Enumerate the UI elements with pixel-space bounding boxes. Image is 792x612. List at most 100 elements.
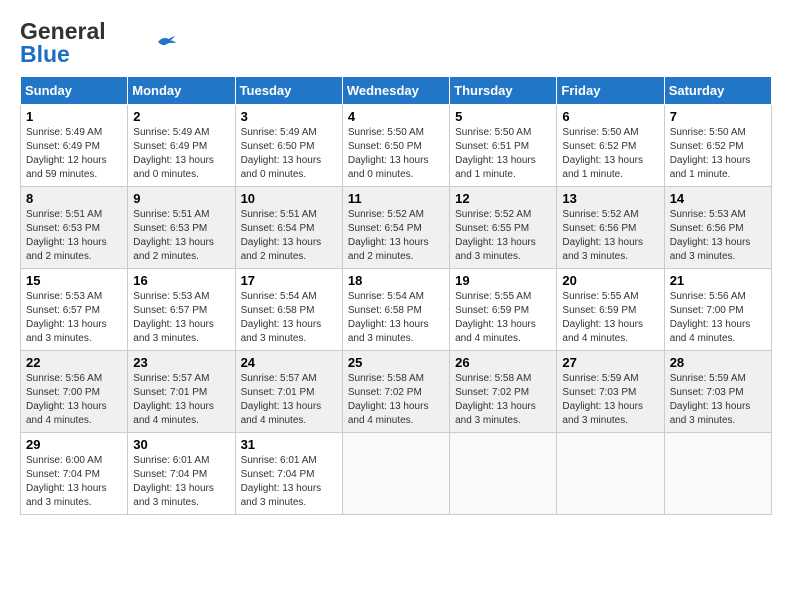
day-info: Sunrise: 5:51 AMSunset: 6:54 PMDaylight:… — [241, 208, 337, 264]
day-number: 8 — [26, 191, 122, 206]
calendar-day-cell: 23Sunrise: 5:57 AMSunset: 7:01 PMDayligh… — [128, 351, 235, 433]
day-info: Sunrise: 5:50 AMSunset: 6:52 PMDaylight:… — [562, 126, 658, 182]
calendar-day-cell: 20Sunrise: 5:55 AMSunset: 6:59 PMDayligh… — [557, 269, 664, 351]
calendar-day-cell: 15 Sunrise: 5:53 AMSunset: 6:57 PMDayligh… — [21, 269, 128, 351]
day-number: 30 — [133, 437, 229, 452]
calendar-day-cell: 10Sunrise: 5:51 AMSunset: 6:54 PMDayligh… — [235, 187, 342, 269]
page-header: GeneralBlue — [20, 20, 772, 66]
day-info: Sunrise: 5:49 AMSunset: 6:49 PMDaylight:… — [133, 126, 229, 182]
day-info: Sunrise: 5:56 AMSunset: 7:00 PMDaylight:… — [670, 290, 766, 346]
day-info: Sunrise: 5:54 AMSunset: 6:58 PMDaylight:… — [241, 290, 337, 346]
day-number: 28 — [670, 355, 766, 370]
day-number: 1 — [26, 109, 122, 124]
logo-text: GeneralBlue — [20, 20, 106, 66]
calendar-day-cell — [664, 433, 771, 515]
day-info: Sunrise: 5:59 AMSunset: 7:03 PMDaylight:… — [562, 372, 658, 428]
header-monday: Monday — [128, 77, 235, 105]
calendar-day-cell: 17Sunrise: 5:54 AMSunset: 6:58 PMDayligh… — [235, 269, 342, 351]
day-number: 24 — [241, 355, 337, 370]
day-info: Sunrise: 5:54 AMSunset: 6:58 PMDaylight:… — [348, 290, 444, 346]
calendar-day-cell — [557, 433, 664, 515]
day-number: 21 — [670, 273, 766, 288]
day-number: 3 — [241, 109, 337, 124]
calendar-day-cell: 24 Sunrise: 5:57 AMSunset: 7:01 PMDayligh… — [235, 351, 342, 433]
logo-bird-icon — [158, 35, 176, 49]
day-info: Sunrise: 5:58 AMSunset: 7:02 PMDaylight:… — [455, 372, 551, 428]
calendar-table: Sunday Monday Tuesday Wednesday Thursday… — [20, 76, 772, 515]
calendar-day-cell: 9Sunrise: 5:51 AMSunset: 6:53 PMDaylight… — [128, 187, 235, 269]
day-info: Sunrise: 5:49 AMSunset: 6:50 PMDaylight:… — [241, 126, 337, 182]
day-number: 26 — [455, 355, 551, 370]
header-tuesday: Tuesday — [235, 77, 342, 105]
header-wednesday: Wednesday — [342, 77, 449, 105]
day-info: Sunrise: 5:50 AMSunset: 6:50 PMDaylight:… — [348, 126, 444, 182]
calendar-day-cell: 26 Sunrise: 5:58 AMSunset: 7:02 PMDayligh… — [450, 351, 557, 433]
calendar-day-cell: 1 Sunrise: 5:49 AMSunset: 6:49 PMDaylight… — [21, 105, 128, 187]
day-number: 25 — [348, 355, 444, 370]
calendar-day-cell: 12 Sunrise: 5:52 AMSunset: 6:55 PMDayligh… — [450, 187, 557, 269]
calendar-day-cell: 29Sunrise: 6:00 AMSunset: 7:04 PMDayligh… — [21, 433, 128, 515]
day-info: Sunrise: 5:52 AMSunset: 6:54 PMDaylight:… — [348, 208, 444, 264]
day-number: 5 — [455, 109, 551, 124]
header-sunday: Sunday — [21, 77, 128, 105]
day-number: 6 — [562, 109, 658, 124]
day-number: 15 — [26, 273, 122, 288]
calendar-day-cell: 8 Sunrise: 5:51 AMSunset: 6:53 PMDaylight… — [21, 187, 128, 269]
day-info: Sunrise: 5:51 AMSunset: 6:53 PMDaylight:… — [26, 208, 122, 264]
calendar-day-cell: 19Sunrise: 5:55 AMSunset: 6:59 PMDayligh… — [450, 269, 557, 351]
day-number: 9 — [133, 191, 229, 206]
day-number: 18 — [348, 273, 444, 288]
day-info: Sunrise: 5:59 AMSunset: 7:03 PMDaylight:… — [670, 372, 766, 428]
day-number: 22 — [26, 355, 122, 370]
weekday-header-row: Sunday Monday Tuesday Wednesday Thursday… — [21, 77, 772, 105]
day-info: Sunrise: 5:53 AMSunset: 6:57 PMDaylight:… — [26, 290, 122, 346]
day-info: Sunrise: 5:55 AMSunset: 6:59 PMDaylight:… — [455, 290, 551, 346]
day-info: Sunrise: 6:01 AMSunset: 7:04 PMDaylight:… — [241, 454, 337, 510]
calendar-day-cell: 14Sunrise: 5:53 AMSunset: 6:56 PMDayligh… — [664, 187, 771, 269]
calendar-day-cell: 28 Sunrise: 5:59 AMSunset: 7:03 PMDayligh… — [664, 351, 771, 433]
calendar-week-row: 15 Sunrise: 5:53 AMSunset: 6:57 PMDayligh… — [21, 269, 772, 351]
day-number: 12 — [455, 191, 551, 206]
calendar-day-cell: 31 Sunrise: 6:01 AMSunset: 7:04 PMDayligh… — [235, 433, 342, 515]
day-number: 11 — [348, 191, 444, 206]
day-info: Sunrise: 5:57 AMSunset: 7:01 PMDaylight:… — [241, 372, 337, 428]
header-friday: Friday — [557, 77, 664, 105]
day-info: Sunrise: 5:52 AMSunset: 6:55 PMDaylight:… — [455, 208, 551, 264]
day-number: 2 — [133, 109, 229, 124]
calendar-week-row: 1 Sunrise: 5:49 AMSunset: 6:49 PMDaylight… — [21, 105, 772, 187]
calendar-day-cell: 16Sunrise: 5:53 AMSunset: 6:57 PMDayligh… — [128, 269, 235, 351]
calendar-day-cell — [342, 433, 449, 515]
calendar-day-cell: 7 Sunrise: 5:50 AMSunset: 6:52 PMDaylight… — [664, 105, 771, 187]
calendar-day-cell: 27Sunrise: 5:59 AMSunset: 7:03 PMDayligh… — [557, 351, 664, 433]
day-number: 23 — [133, 355, 229, 370]
header-thursday: Thursday — [450, 77, 557, 105]
day-info: Sunrise: 5:55 AMSunset: 6:59 PMDaylight:… — [562, 290, 658, 346]
calendar-day-cell — [450, 433, 557, 515]
day-number: 4 — [348, 109, 444, 124]
calendar-day-cell: 11 Sunrise: 5:52 AMSunset: 6:54 PMDayligh… — [342, 187, 449, 269]
calendar-day-cell: 4 Sunrise: 5:50 AMSunset: 6:50 PMDaylight… — [342, 105, 449, 187]
calendar-week-row: 22 Sunrise: 5:56 AMSunset: 7:00 PMDayligh… — [21, 351, 772, 433]
day-number: 7 — [670, 109, 766, 124]
calendar-day-cell: 21 Sunrise: 5:56 AMSunset: 7:00 PMDayligh… — [664, 269, 771, 351]
day-info: Sunrise: 6:01 AMSunset: 7:04 PMDaylight:… — [133, 454, 229, 510]
day-number: 31 — [241, 437, 337, 452]
calendar-day-cell: 18 Sunrise: 5:54 AMSunset: 6:58 PMDayligh… — [342, 269, 449, 351]
calendar-day-cell: 5 Sunrise: 5:50 AMSunset: 6:51 PMDaylight… — [450, 105, 557, 187]
logo: GeneralBlue — [20, 20, 176, 66]
day-info: Sunrise: 5:56 AMSunset: 7:00 PMDaylight:… — [26, 372, 122, 428]
calendar-day-cell: 22 Sunrise: 5:56 AMSunset: 7:00 PMDayligh… — [21, 351, 128, 433]
calendar-day-cell: 25 Sunrise: 5:58 AMSunset: 7:02 PMDayligh… — [342, 351, 449, 433]
day-info: Sunrise: 6:00 AMSunset: 7:04 PMDaylight:… — [26, 454, 122, 510]
day-info: Sunrise: 5:53 AMSunset: 6:57 PMDaylight:… — [133, 290, 229, 346]
header-saturday: Saturday — [664, 77, 771, 105]
day-info: Sunrise: 5:50 AMSunset: 6:51 PMDaylight:… — [455, 126, 551, 182]
day-number: 13 — [562, 191, 658, 206]
day-info: Sunrise: 5:58 AMSunset: 7:02 PMDaylight:… — [348, 372, 444, 428]
day-number: 14 — [670, 191, 766, 206]
calendar-week-row: 29Sunrise: 6:00 AMSunset: 7:04 PMDayligh… — [21, 433, 772, 515]
calendar-day-cell: 30 Sunrise: 6:01 AMSunset: 7:04 PMDayligh… — [128, 433, 235, 515]
day-info: Sunrise: 5:50 AMSunset: 6:52 PMDaylight:… — [670, 126, 766, 182]
day-info: Sunrise: 5:49 AMSunset: 6:49 PMDaylight:… — [26, 126, 122, 182]
calendar-day-cell: 6 Sunrise: 5:50 AMSunset: 6:52 PMDaylight… — [557, 105, 664, 187]
